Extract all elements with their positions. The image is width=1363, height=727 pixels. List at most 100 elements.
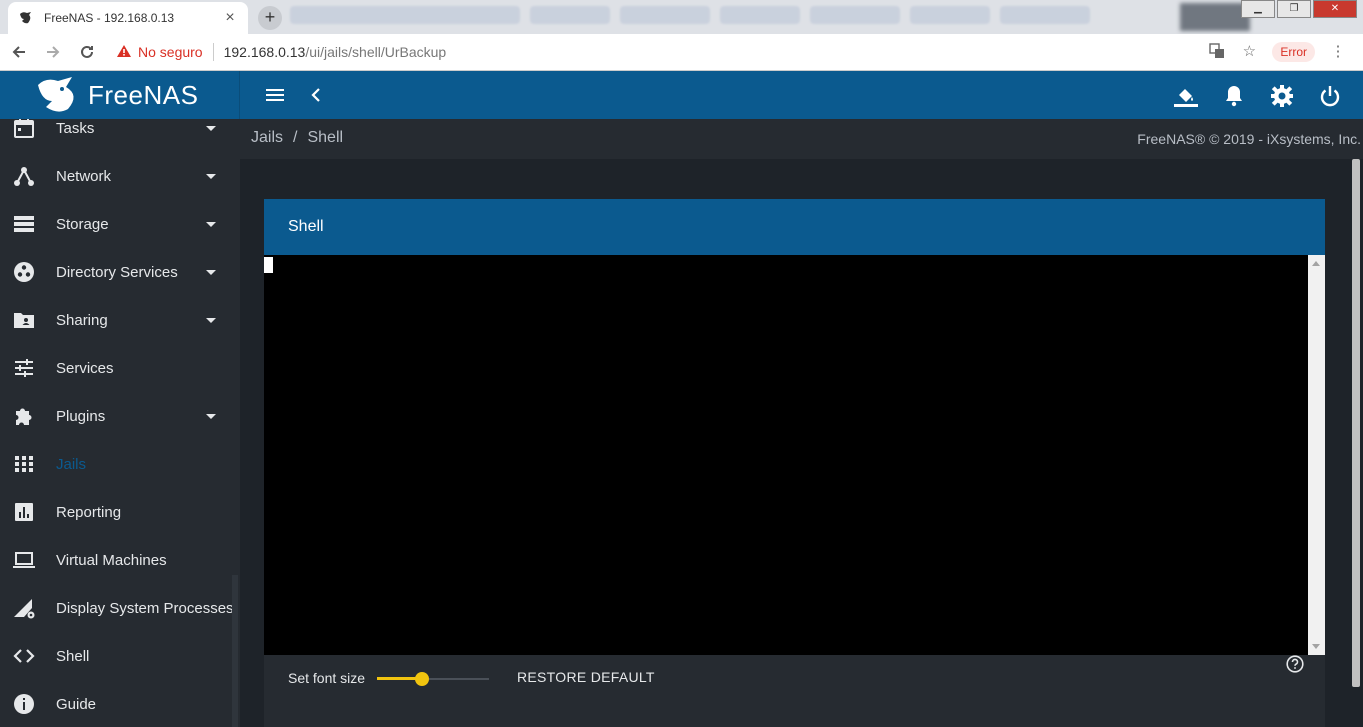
page-scrollbar-thumb[interactable] bbox=[1352, 159, 1360, 687]
translate-icon[interactable] bbox=[1208, 43, 1226, 61]
settings-gear-icon[interactable] bbox=[1269, 83, 1295, 109]
browser-tab-title: FreeNAS - 192.168.0.13 bbox=[44, 11, 175, 25]
sidebar-item-plugins[interactable]: Plugins bbox=[0, 392, 240, 440]
browser-tab[interactable]: FreeNAS - 192.168.0.13 × bbox=[8, 2, 248, 34]
url-host: 192.168.0.13 bbox=[223, 44, 306, 60]
power-icon[interactable] bbox=[1317, 83, 1343, 109]
freenas-shark-logo-icon bbox=[38, 77, 74, 112]
network-icon bbox=[14, 167, 34, 186]
freenas-favicon-icon bbox=[18, 10, 34, 26]
sidebar-item-label: Tasks bbox=[56, 119, 95, 137]
chart-icon bbox=[15, 503, 33, 521]
page-scrollbar[interactable] bbox=[1349, 159, 1363, 727]
scroll-down-arrow-icon[interactable] bbox=[1312, 644, 1320, 649]
url-text[interactable]: 192.168.0.13/ui/jails/shell/UrBackup bbox=[224, 44, 447, 60]
storage-icon bbox=[14, 216, 34, 232]
sidebar-item-sharing[interactable]: Sharing bbox=[0, 296, 240, 344]
sidebar-item-shell[interactable]: Shell bbox=[0, 632, 240, 680]
close-tab-icon[interactable]: × bbox=[222, 10, 238, 26]
shell-card-header: Shell bbox=[264, 199, 1325, 255]
sidebar-item-label: Display System Processes bbox=[56, 599, 234, 617]
error-profile-button[interactable]: Error bbox=[1272, 42, 1315, 62]
sidebar-item-directory-services[interactable]: Directory Services bbox=[0, 248, 240, 296]
reload-icon[interactable] bbox=[72, 37, 102, 67]
close-window-icon[interactable]: ✕ bbox=[1313, 0, 1357, 18]
font-size-label: Set font size bbox=[288, 670, 366, 686]
sidebar-item-label: Reporting bbox=[56, 503, 122, 521]
terminal-area[interactable] bbox=[264, 255, 1308, 655]
font-size-slider[interactable] bbox=[377, 671, 489, 687]
sidebar-scrollbar[interactable] bbox=[232, 575, 238, 727]
sidebar-item-tasks[interactable]: Tasks bbox=[0, 119, 240, 152]
address-bar-actions: ☆ Error ⋮ bbox=[1208, 42, 1347, 62]
breadcrumb-shell: Shell bbox=[307, 129, 344, 146]
shell-card-title: Shell bbox=[288, 218, 324, 235]
sidebar-item-guide[interactable]: Guide bbox=[0, 680, 240, 727]
sidebar-item-label: Services bbox=[56, 359, 114, 377]
sidebar-item-display-system-processes[interactable]: Display System Processes bbox=[0, 584, 240, 632]
scroll-up-arrow-icon[interactable] bbox=[1312, 261, 1320, 266]
omnibox-separator bbox=[212, 43, 214, 61]
sidebar-nav: Tasks Network Storage Directory Services… bbox=[0, 119, 240, 727]
slider-thumb[interactable] bbox=[414, 672, 429, 686]
info-icon bbox=[14, 694, 34, 714]
logo-text: FreeNAS bbox=[88, 79, 199, 110]
main-content: Shell Set font size RESTORE DEFAULT bbox=[240, 159, 1363, 727]
browser-profile-area bbox=[1180, 3, 1250, 31]
breadcrumb-row: Jails / Shell FreeNAS® © 2019 - iXsystems,… bbox=[240, 119, 1363, 159]
sidebar-item-label: Storage bbox=[56, 215, 109, 233]
sidebar-item-label: Virtual Machines bbox=[56, 551, 167, 569]
notifications-bell-icon[interactable] bbox=[1221, 83, 1247, 109]
copyright-text: FreeNAS® © 2019 - iXsystems, Inc. bbox=[1137, 131, 1361, 147]
sidebar-item-label: Network bbox=[56, 167, 112, 185]
help-icon[interactable] bbox=[1286, 655, 1304, 673]
sidebar-item-services[interactable]: Services bbox=[0, 344, 240, 392]
laptop-icon bbox=[13, 552, 35, 568]
forward-arrow-icon[interactable] bbox=[38, 37, 68, 67]
paint-bucket-theme-icon[interactable] bbox=[1173, 83, 1199, 109]
maximize-window-icon[interactable]: ❐ bbox=[1277, 0, 1311, 18]
browser-tab-strip: FreeNAS - 192.168.0.13 × + ▁ ❐ ✕ bbox=[0, 0, 1363, 34]
code-icon bbox=[13, 649, 35, 663]
expand-caret-icon bbox=[206, 413, 216, 419]
sidebar-item-label: Directory Services bbox=[56, 263, 178, 281]
sidebar-item-virtual-machines[interactable]: Virtual Machines bbox=[0, 536, 240, 584]
minimize-window-icon[interactable]: ▁ bbox=[1241, 0, 1275, 18]
security-status-label[interactable]: No seguro bbox=[138, 44, 203, 60]
breadcrumb-separator: / bbox=[293, 129, 298, 146]
sidebar-item-reporting[interactable]: Reporting bbox=[0, 488, 240, 536]
sidebar-item-label: Sharing bbox=[56, 311, 108, 329]
new-tab-button[interactable]: + bbox=[258, 6, 282, 30]
sidebar-item-label: Shell bbox=[56, 647, 90, 665]
breadcrumb: Jails / Shell bbox=[251, 129, 343, 147]
sidebar-item-storage[interactable]: Storage bbox=[0, 200, 240, 248]
other-tabs-blurred bbox=[290, 6, 1190, 28]
tune-icon bbox=[15, 359, 33, 377]
expand-caret-icon bbox=[206, 317, 216, 323]
window-controls: ▁ ❐ ✕ bbox=[1241, 0, 1357, 18]
sidebar-item-network[interactable]: Network bbox=[0, 152, 240, 200]
menu-dots-icon[interactable]: ⋮ bbox=[1329, 43, 1347, 61]
collapse-chevron-left-icon[interactable] bbox=[306, 83, 326, 107]
sidebar-item-label: Jails bbox=[56, 455, 87, 473]
sharing-folder-icon bbox=[14, 313, 34, 328]
freenas-logo[interactable]: FreeNAS bbox=[0, 71, 240, 119]
terminal-scrollbar[interactable] bbox=[1308, 255, 1325, 655]
url-path: /ui/jails/shell/UrBackup bbox=[305, 44, 447, 60]
hamburger-menu-icon[interactable] bbox=[262, 83, 288, 107]
shell-card: Shell Set font size RESTORE DEFAULT bbox=[264, 199, 1325, 727]
expand-caret-icon bbox=[206, 221, 216, 227]
address-bar: No seguro 192.168.0.13/ui/jails/shell/Ur… bbox=[0, 34, 1363, 71]
puzzle-icon bbox=[16, 408, 32, 425]
bookmark-star-icon[interactable]: ☆ bbox=[1240, 43, 1258, 61]
sidebar-item-jails[interactable]: Jails bbox=[0, 440, 240, 488]
restore-default-button[interactable]: RESTORE DEFAULT bbox=[517, 669, 655, 685]
sidebar-item-label: Guide bbox=[56, 695, 97, 713]
terminal-cursor bbox=[264, 257, 273, 273]
expand-caret-icon bbox=[206, 269, 216, 275]
back-arrow-icon[interactable] bbox=[4, 37, 34, 67]
breadcrumb-jails-link[interactable]: Jails bbox=[251, 129, 283, 146]
directory-services-icon bbox=[14, 262, 34, 282]
shell-controls: Set font size RESTORE DEFAULT bbox=[264, 655, 1325, 727]
omnibox[interactable]: No seguro 192.168.0.13/ui/jails/shell/Ur… bbox=[116, 38, 1208, 66]
